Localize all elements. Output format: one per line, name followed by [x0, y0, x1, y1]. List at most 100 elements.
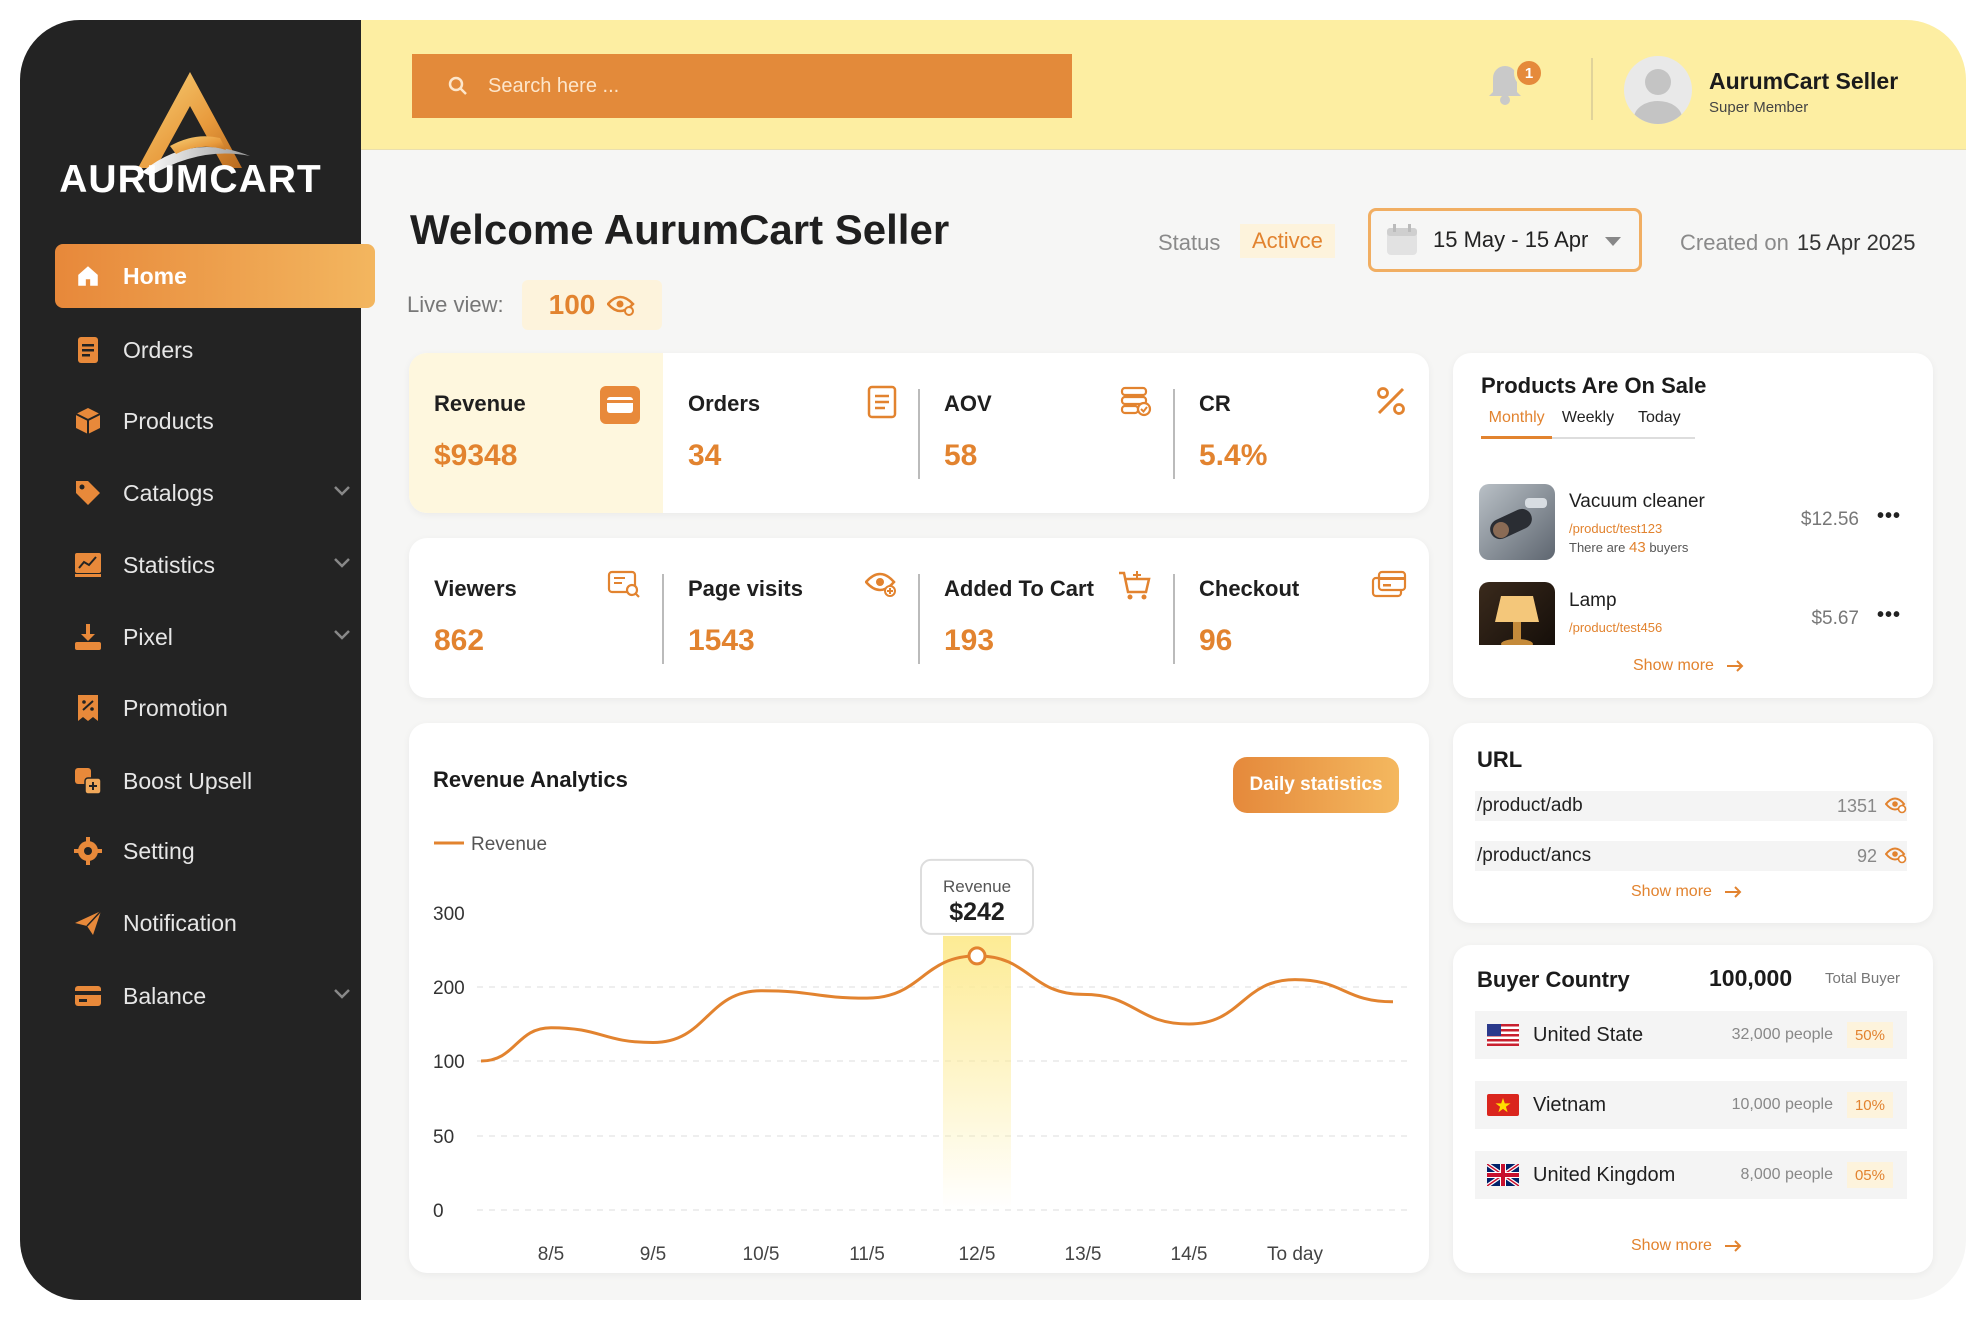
- metric-value: 96: [1199, 624, 1233, 657]
- created-label: Created on: [1680, 230, 1789, 255]
- home-icon: [73, 261, 103, 291]
- metric-label: Added To Cart: [944, 576, 1094, 601]
- sidebar-item-home[interactable]: Home: [55, 244, 375, 308]
- chart-icon: [73, 550, 103, 580]
- chevron-down-icon[interactable]: [333, 988, 351, 1000]
- card-icon: [73, 981, 103, 1011]
- page-title: Welcome AurumCart Seller: [410, 206, 950, 253]
- tab-weekly[interactable]: Weekly: [1552, 409, 1623, 437]
- metric-aov[interactable]: AOV 58: [919, 353, 1174, 513]
- buyers-show-more-link[interactable]: Show more: [1631, 1237, 1742, 1255]
- show-more-label: Show more: [1631, 883, 1712, 900]
- sidebar-item-label: Boost Upsell: [123, 767, 253, 794]
- metric-value: 1543: [688, 624, 755, 657]
- metric-label: Checkout: [1199, 576, 1300, 601]
- more-options-icon[interactable]: •••: [1877, 505, 1901, 528]
- product-url[interactable]: /product/test456: [1569, 620, 1662, 635]
- sidebar-item-label: Statistics: [123, 551, 216, 578]
- y-tick-label: 200: [433, 978, 465, 999]
- sidebar-item-boost-upsell[interactable]: Boost Upsell: [55, 749, 375, 813]
- metric-revenue[interactable]: Revenue $9348: [409, 353, 663, 513]
- products-show-more-link[interactable]: Show more: [1633, 657, 1744, 675]
- url-row[interactable]: /product/ancs 92: [1475, 841, 1907, 871]
- sidebar: AURUMCART Home Orders Products Catalogs …: [20, 20, 375, 1300]
- product-name[interactable]: Vacuum cleaner: [1569, 491, 1705, 513]
- metric-checkout[interactable]: Checkout 96: [1174, 538, 1429, 698]
- country-row-uk[interactable]: United Kingdom 8,000 people 05%: [1475, 1151, 1907, 1199]
- x-tick-label: 14/5: [1171, 1244, 1208, 1265]
- send-icon: [73, 908, 103, 938]
- url-path: /product/adb: [1477, 795, 1583, 816]
- orders-icon: [73, 335, 103, 365]
- metric-value: 862: [434, 624, 485, 657]
- sidebar-item-promotion[interactable]: Promotion: [55, 676, 375, 740]
- tab-monthly[interactable]: Monthly: [1481, 409, 1553, 439]
- sidebar-item-products[interactable]: Products: [55, 389, 375, 453]
- country-row-us[interactable]: United State 32,000 people 50%: [1475, 1011, 1907, 1059]
- uk-flag-icon: [1487, 1164, 1519, 1186]
- daily-statistics-button[interactable]: Daily statistics: [1233, 757, 1399, 813]
- download-icon: [73, 622, 103, 652]
- x-tick-label: 11/5: [849, 1244, 885, 1265]
- sidebar-item-notification[interactable]: Notification: [55, 891, 375, 955]
- search-placeholder: Search here ...: [488, 74, 620, 97]
- product-name[interactable]: Lamp: [1569, 590, 1617, 612]
- status-badge: Activce: [1240, 224, 1335, 258]
- metric-viewers[interactable]: Viewers 862: [409, 538, 663, 698]
- buyers-suffix: buyers: [1649, 540, 1689, 555]
- x-tick-label: 8/5: [538, 1244, 564, 1265]
- highlight-band: [943, 935, 1011, 1210]
- tab-today[interactable]: Today: [1624, 409, 1695, 437]
- metric-orders[interactable]: Orders 34: [663, 353, 919, 513]
- search-input[interactable]: Search here ...: [412, 54, 1072, 118]
- legend-label: Revenue: [471, 834, 547, 855]
- products-title: Products Are On Sale: [1481, 373, 1707, 398]
- metric-cr[interactable]: CR 5.4%: [1174, 353, 1429, 513]
- url-path: /product/ancs: [1477, 845, 1592, 866]
- chart-title: Revenue Analytics: [433, 767, 628, 792]
- metrics-card-secondary: Viewers 862 Page visits 1543 Added To Ca…: [409, 538, 1429, 698]
- sidebar-item-statistics[interactable]: Statistics: [55, 533, 375, 597]
- sidebar-item-orders[interactable]: Orders: [55, 318, 375, 382]
- sidebar-item-balance[interactable]: Balance: [55, 964, 375, 1028]
- urls-show-more-link[interactable]: Show more: [1631, 883, 1742, 901]
- percent-icon: [1377, 387, 1405, 415]
- product-image-vacuum[interactable]: [1479, 484, 1555, 560]
- country-percent: 05%: [1846, 1162, 1893, 1188]
- sidebar-item-label: Catalogs: [123, 479, 214, 506]
- country-row-vietnam[interactable]: Vietnam 10,000 people 10%: [1475, 1081, 1907, 1129]
- url-row[interactable]: /product/adb 1351: [1475, 791, 1907, 821]
- metric-label: AOV: [944, 391, 992, 416]
- metric-page-visits[interactable]: Page visits 1543: [663, 538, 919, 698]
- revenue-analytics-card: Revenue Analytics Daily statistics Reven…: [409, 723, 1429, 1273]
- url-card: URL /product/adb 1351 /product/ancs 92 S…: [1453, 723, 1933, 923]
- search-icon: [448, 76, 467, 95]
- metric-label: CR: [1199, 391, 1231, 416]
- product-buyers: There are 43 buyers: [1569, 539, 1688, 556]
- cart-plus-icon: [1119, 571, 1151, 600]
- status-label: Status: [1158, 230, 1221, 255]
- highlight-point[interactable]: [967, 946, 987, 966]
- metrics-card-primary: Revenue $9348 Orders 34 AOV 58 CR 5.4%: [409, 353, 1429, 513]
- x-tick-label: To day: [1267, 1244, 1323, 1265]
- sidebar-item-pixel[interactable]: Pixel: [55, 605, 375, 669]
- metric-added-to-cart[interactable]: Added To Cart 193: [919, 538, 1174, 698]
- live-view-label: Live view:: [407, 292, 504, 317]
- avatar[interactable]: [1624, 56, 1692, 124]
- metric-value: 5.4%: [1199, 439, 1268, 472]
- total-buyers-label: Total Buyer: [1825, 970, 1901, 987]
- country-people: 32,000 people: [1731, 1026, 1833, 1043]
- metric-label: Viewers: [434, 576, 517, 601]
- more-options-icon[interactable]: •••: [1877, 604, 1901, 627]
- chevron-down-icon[interactable]: [333, 485, 351, 497]
- date-range-picker[interactable]: 15 May - 15 Apr: [1368, 208, 1642, 272]
- chevron-down-icon[interactable]: [333, 629, 351, 641]
- brand-name: AURUMCART: [59, 158, 322, 201]
- sidebar-item-setting[interactable]: Setting: [55, 819, 375, 883]
- product-url[interactable]: /product/test123: [1569, 521, 1662, 536]
- sidebar-item-catalogs[interactable]: Catalogs: [55, 461, 375, 525]
- buyers-count: 43: [1629, 539, 1646, 556]
- chevron-down-icon[interactable]: [333, 557, 351, 569]
- country-name: Vietnam: [1533, 1093, 1607, 1116]
- vietnam-flag-icon: [1487, 1094, 1519, 1116]
